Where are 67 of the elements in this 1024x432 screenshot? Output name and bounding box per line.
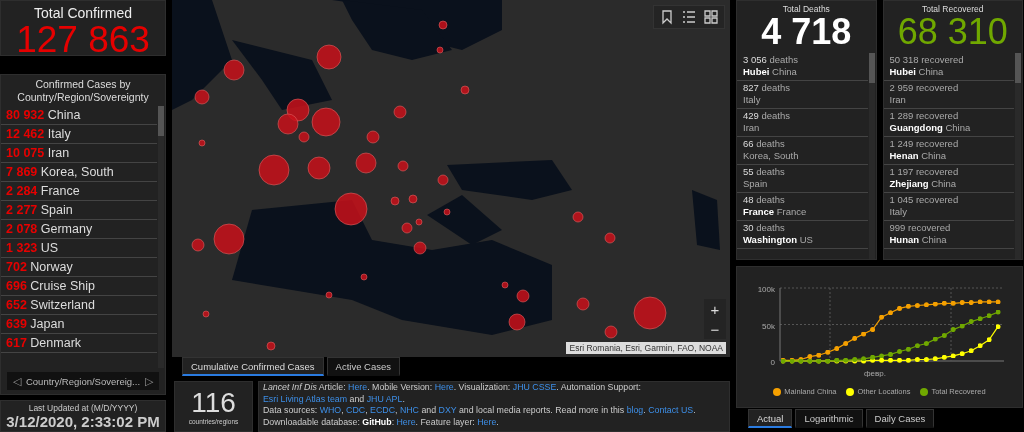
list-item[interactable]: 1 289 recovered Guangdong China [883,109,1014,137]
updated-label: Last Updated at (M/D/YYYY) [28,403,138,413]
link[interactable]: Here [434,382,454,392]
scrollbar[interactable] [1015,53,1021,259]
updated-value: 3/12/2020, 2:33:02 PM [6,413,160,430]
info-text: Lancet Inf Dis Article: Here. Mobile Version: Here. Visualization: JHU CSSE. Automation Support: Esri Living Atlas team and JHU APL. [263,382,642,405]
list-item[interactable]: 702 Norway [1,258,157,277]
next-button[interactable]: ▷ [143,374,155,388]
stat-value: 4 718 [760,14,853,50]
list-item[interactable]: 1 045 recovered Italy [883,193,1014,221]
pager-label: Country/Region/Sovereig... [25,375,141,387]
list-item[interactable]: 55 deaths Spain [737,165,868,193]
stat-label: Total Deaths [781,4,831,14]
list-item[interactable]: 10 075 Iran [1,144,157,163]
total-value: 127 863 [16,21,150,59]
axis-annotation: февр. [864,369,886,377]
list-icon[interactable] [681,9,697,25]
stat-value: 68 310 [896,14,1009,50]
list-item[interactable]: 1 197 recovered Zhejiang China [883,165,1014,193]
scrollbar[interactable] [868,53,875,259]
tab[interactable]: Daily Cases [865,409,935,428]
list-item[interactable]: 2 078 Germany [1,220,157,239]
list-item[interactable]: 66 deaths Korea, South [737,137,868,165]
axis-tick-label: 100k [757,285,775,294]
link[interactable]: NHC [399,405,419,415]
list-item[interactable]: 639 Japan [1,315,157,334]
list-item[interactable]: 30 deaths Washington US [737,221,868,249]
list-item[interactable]: 2 277 Spain [1,201,157,220]
list-item[interactable]: 827 deaths Italy [737,81,868,109]
list-item[interactable]: 48 deaths France France [737,193,868,221]
bookmark-icon[interactable] [659,9,675,25]
link[interactable]: Here [396,416,416,427]
list-item[interactable]: 80 932 China [1,106,157,125]
list-item[interactable]: 50 318 recovered Hubei China [883,53,1014,81]
list-item[interactable]: 429 deaths Iran [737,109,868,137]
list-item[interactable]: 2 959 recovered Iran [883,81,1014,109]
link[interactable]: ECDC [370,405,395,415]
list-title: Confirmed Cases by Country/Region/Sovereignty [16,77,150,105]
link[interactable]: Esri Living Atlas team [263,393,348,404]
axis-tick-label: 0 [770,358,775,367]
scrollbar[interactable] [158,106,164,368]
tab[interactable]: Actual [748,409,793,428]
list-item[interactable]: 652 Switzerland [1,296,157,315]
axis-tick-label: 50k [762,321,775,331]
list-item[interactable]: 999 recovered Hunan China [883,221,1014,249]
tab[interactable]: Logarithmic [795,409,863,428]
zoom-out-button[interactable]: − [704,319,726,339]
tab[interactable]: Cumulative Confirmed Cases [182,357,324,376]
tab[interactable]: Active Cases [326,357,400,376]
list-item[interactable]: 7 869 Korea, South [1,163,157,182]
grid-icon[interactable] [703,9,719,25]
list-item[interactable]: 3 056 deaths Hubei China [737,53,868,81]
stat-label: Total Recovered [921,4,985,14]
list-item[interactable]: 12 462 Italy [1,125,157,144]
list-item[interactable]: 1 323 US [1,239,157,258]
link[interactable]: DXY [438,405,457,415]
list-item[interactable]: 1 249 recovered Henan China [883,137,1014,165]
country-count: 116 [191,388,236,418]
total-label: Total Confirmed [33,5,132,21]
info-text: Data sources: WHO, CDC, ECDC, NHC and DXY and local media reports. Read more in this blog. Contact US. [263,405,697,417]
previous-button[interactable]: ◁ [11,374,23,388]
info-text: Downloadable database: GitHub: Here. Feature layer: Here. [263,416,500,428]
list-item[interactable]: 696 Cruise Ship [1,277,157,296]
attribution: Esri Romania, Esri, Garmin, FAO, NOAA [566,342,726,354]
list-item[interactable]: 617 Denmark [1,334,157,353]
zoom-in-button[interactable]: + [704,299,726,319]
list-item[interactable]: 2 284 France [1,182,157,201]
